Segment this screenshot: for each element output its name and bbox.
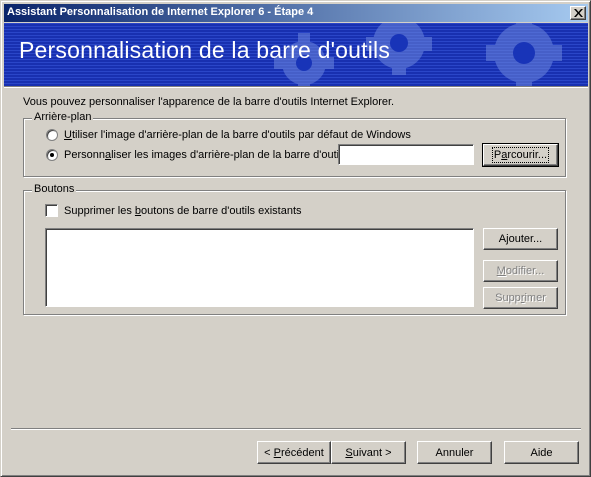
window-title: Assistant Personnalisation de Internet E… — [7, 6, 314, 18]
default-background-radio[interactable] — [46, 129, 58, 141]
delete-existing-label: Supprimer les boutons de barre d'outils … — [64, 204, 302, 217]
wizard-window: Assistant Personnalisation de Internet E… — [0, 0, 591, 477]
custom-background-option[interactable]: Personnaliser les images d'arrière-plan … — [46, 149, 347, 161]
background-group-label: Arrière-plan — [32, 111, 94, 123]
default-background-option[interactable]: Utiliser l'image d'arrière-plan de la ba… — [46, 129, 411, 141]
intro-text: Vous pouvez personnaliser l'apparence de… — [23, 96, 395, 108]
banner-divider — [4, 86, 588, 88]
buttons-group-label: Boutons — [32, 183, 77, 195]
modify-button-label: Modifier... — [496, 265, 545, 277]
cancel-button-label: Annuler — [435, 446, 474, 459]
help-button-label: Aide — [530, 446, 553, 459]
browse-button[interactable]: Parcourir... — [482, 143, 559, 167]
background-groupbox: Arrière-plan Utiliser l'image d'arrière-… — [23, 111, 566, 177]
delete-button-label: Supprimer — [495, 292, 546, 304]
help-button[interactable]: Aide — [504, 441, 579, 464]
footer-divider — [11, 428, 581, 430]
previous-button-label: < Précédent — [264, 446, 324, 459]
default-background-label: Utiliser l'image d'arrière-plan de la ba… — [64, 129, 411, 141]
browse-button-label: Parcourir... — [491, 147, 550, 163]
modify-button[interactable]: Modifier... — [483, 260, 558, 282]
close-button[interactable] — [570, 6, 586, 20]
previous-button[interactable]: < Précédent — [257, 441, 331, 464]
add-button-label: Ajouter... — [498, 233, 543, 245]
custom-background-radio[interactable] — [46, 149, 58, 161]
delete-existing-option[interactable]: Supprimer les boutons de barre d'outils … — [45, 204, 302, 217]
buttons-listbox[interactable] — [45, 228, 474, 307]
next-button[interactable]: Suivant > — [331, 441, 406, 464]
delete-button[interactable]: Supprimer — [483, 287, 558, 309]
cancel-button[interactable]: Annuler — [417, 441, 492, 464]
next-button-label: Suivant > — [345, 446, 392, 459]
add-button[interactable]: Ajouter... — [483, 228, 558, 250]
close-icon — [574, 9, 583, 17]
header-banner: Personnalisation de la barre d'outils — [4, 23, 588, 86]
title-bar[interactable]: Assistant Personnalisation de Internet E… — [4, 4, 588, 22]
buttons-groupbox: Boutons Supprimer les boutons de barre d… — [23, 183, 566, 315]
background-path-field[interactable] — [338, 144, 474, 165]
custom-background-label: Personnaliser les images d'arrière-plan … — [64, 149, 348, 161]
banner-title: Personnalisation de la barre d'outils — [19, 37, 391, 63]
delete-existing-checkbox[interactable] — [45, 204, 58, 217]
